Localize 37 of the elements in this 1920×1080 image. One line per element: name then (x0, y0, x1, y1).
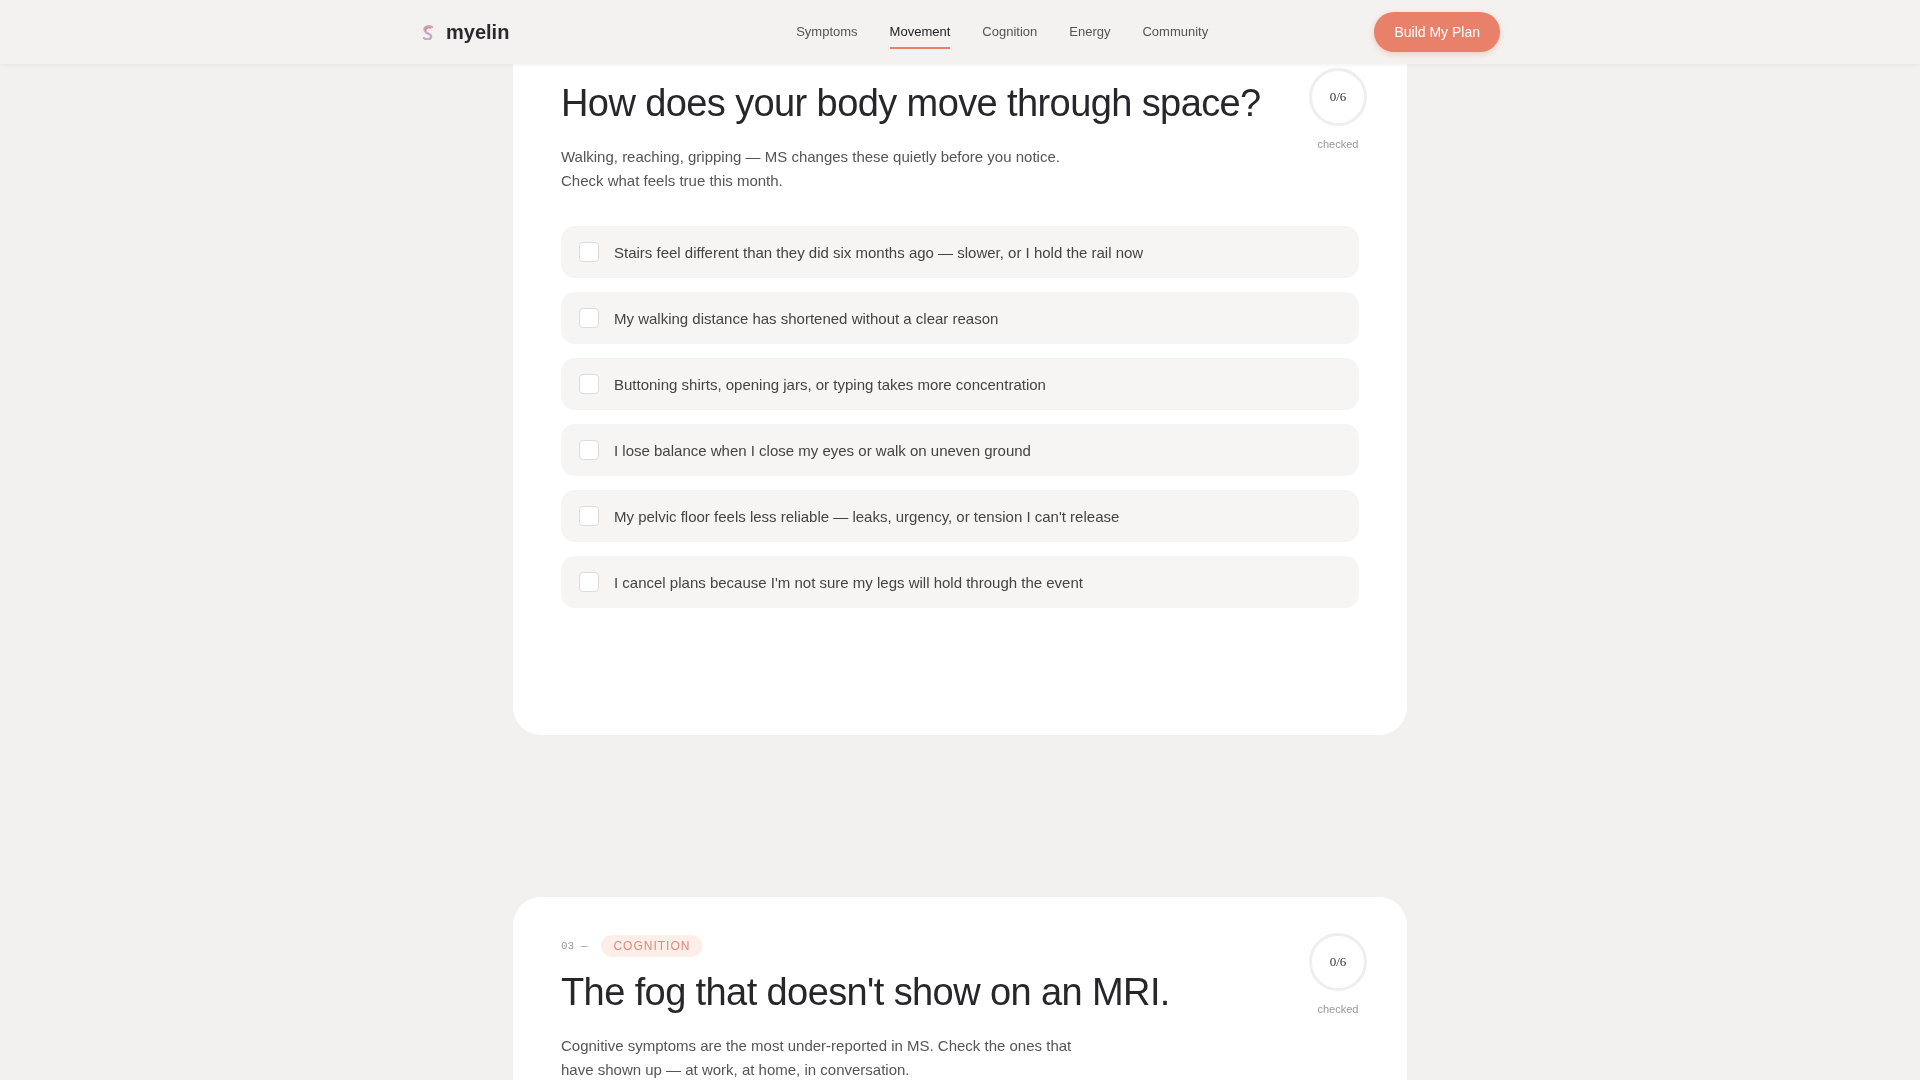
nav-link[interactable]: Energy (1069, 15, 1111, 49)
symptom-option[interactable]: My walking distance has shortened without a clear reason (561, 292, 1359, 344)
progress-ring: 0/6 (1309, 68, 1367, 126)
checkbox[interactable] (579, 374, 599, 394)
option-label: I lose balance when I close my eyes or walk on uneven ground (614, 441, 1031, 459)
option-label: My pelvic floor feels less reliable — leaks, urgency, or tension I can't release (614, 507, 1120, 525)
checkbox[interactable] (579, 242, 599, 262)
section-description: Walking, reaching, gripping — MS changes these quietly before you notice. (561, 147, 1061, 167)
progress-ring: 0/6 (1309, 933, 1367, 991)
checkbox[interactable] (579, 308, 599, 328)
symptom-option[interactable]: My pelvic floor feels less reliable — leaks, urgency, or tension I can't release (561, 490, 1359, 542)
checkbox[interactable] (579, 440, 599, 460)
checkbox[interactable] (579, 572, 599, 592)
option-label: Buttoning shirts, opening jars, or typing takes more concentration (614, 375, 1046, 393)
section-number: 03 — (561, 940, 588, 952)
symptom-option[interactable]: Stairs feel different than they did six months ago — slower, or I hold the rail now (561, 226, 1359, 278)
option-label: I cancel plans because I'm not sure my legs will hold through the event (614, 573, 1083, 591)
checkbox[interactable] (579, 506, 599, 526)
progress-label: checked (1317, 1003, 1359, 1015)
symptom-option[interactable]: I lose balance when I close my eyes or walk on uneven ground (561, 424, 1359, 476)
nav-link[interactable]: Movement (889, 15, 951, 49)
section-description: Check what feels true this month. (561, 171, 784, 191)
logo-icon (420, 24, 436, 40)
symptom-option[interactable]: I cancel plans because I'm not sure my legs will hold through the event (561, 556, 1359, 608)
section-description: have shown up — at work, at home, in conversation. (561, 1060, 911, 1080)
section-title: The fog that doesn't show on an MRI. (561, 971, 1171, 1014)
section-description: Cognitive symptoms are the most under-reported in MS. Check the ones that (561, 1036, 1073, 1056)
symptom-option[interactable]: Buttoning shirts, opening jars, or typing takes more concentration (561, 358, 1359, 410)
section-tag: COGNITION (601, 935, 703, 957)
section-title: How does your body move through space? (561, 82, 1262, 125)
nav-link[interactable]: Symptoms (796, 15, 858, 49)
brand-name: myelin (446, 20, 510, 44)
nav-link[interactable]: Community (1142, 15, 1209, 49)
progress-label: checked (1317, 138, 1359, 150)
nav-link[interactable]: Cognition (982, 15, 1038, 49)
option-label: Stairs feel different than they did six months ago — slower, or I hold the rail now (614, 243, 1144, 261)
option-label: My walking distance has shortened without a clear reason (614, 309, 999, 327)
